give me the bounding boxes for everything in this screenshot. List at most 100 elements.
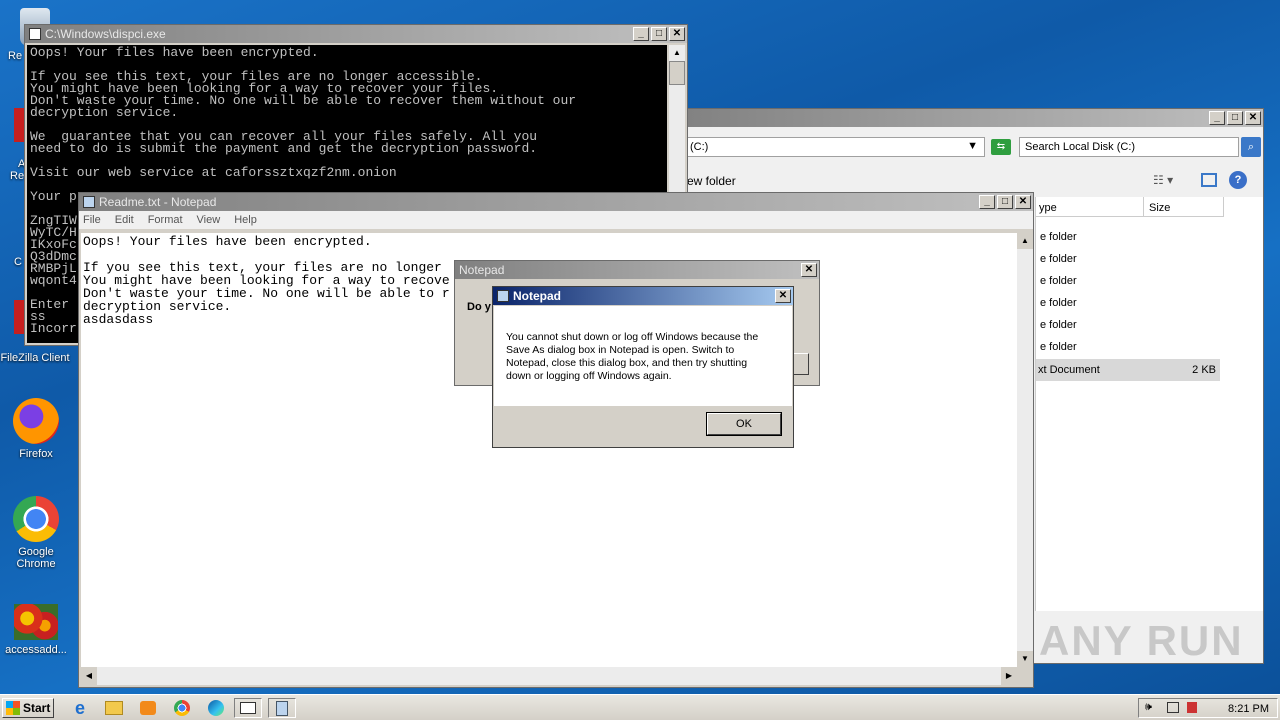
list-item[interactable]: e folder — [1040, 341, 1077, 353]
minimize-button[interactable]: _ — [633, 27, 649, 41]
start-label: Start — [23, 701, 51, 715]
list-item-type: xt Document — [1038, 364, 1100, 376]
console-taskbar-button[interactable] — [234, 698, 262, 718]
ok-button[interactable]: OK — [706, 412, 782, 436]
column-header-size[interactable]: Size — [1144, 197, 1224, 217]
console-title: C:\Windows\dispci.exe — [45, 27, 166, 41]
chrome-icon — [13, 496, 59, 542]
save-dialog-title: Notepad — [459, 263, 505, 277]
ie-icon[interactable]: e — [66, 698, 94, 718]
text-line: Oops! Your files have been encrypted. — [83, 234, 372, 249]
volume-icon[interactable]: 🕪 — [1145, 701, 1152, 714]
start-button[interactable]: Start — [2, 698, 54, 718]
menu-bar: File Edit Format View Help — [79, 211, 1033, 229]
console-titlebar[interactable]: C:\Windows\dispci.exe _ □ ✕ — [25, 25, 687, 43]
address-bar[interactable]: (C:) ▼ — [685, 137, 985, 157]
dialog-message: You cannot shut down or log off Windows … — [506, 331, 759, 382]
explorer-folder-icon[interactable] — [100, 698, 128, 718]
scroll-up-arrow[interactable]: ▲ — [669, 45, 685, 61]
scroll-left-arrow[interactable]: ◀ — [81, 667, 97, 685]
close-button[interactable]: ✕ — [1245, 111, 1261, 125]
desktop-icon-firefox[interactable]: Firefox — [1, 398, 71, 460]
desktop-icon-label: accessadd... — [5, 644, 67, 656]
flower-image-icon — [14, 604, 58, 640]
text-line — [30, 179, 664, 191]
text-line: Oops! Your files have been encrypted. — [30, 45, 319, 60]
close-button[interactable]: ✕ — [801, 263, 817, 277]
list-item-selected[interactable]: xt Document 2 KB — [1036, 359, 1220, 381]
view-options-icon[interactable]: ☷ ▾ — [1153, 173, 1173, 187]
notepad-horizontal-scrollbar[interactable]: ◀ ▶ — [81, 667, 1017, 685]
edge-icon[interactable] — [202, 698, 230, 718]
maximize-button[interactable]: □ — [997, 195, 1013, 209]
desktop-icon-chrome[interactable]: Google Chrome — [1, 496, 71, 570]
menu-file[interactable]: File — [83, 214, 101, 226]
menu-view[interactable]: View — [197, 214, 221, 226]
scroll-up-arrow[interactable]: ▲ — [1017, 233, 1033, 249]
scroll-down-arrow[interactable]: ▼ — [1017, 651, 1033, 667]
chevron-down-icon[interactable]: ▼ — [967, 140, 978, 152]
notepad-taskbar-button[interactable] — [268, 698, 296, 718]
dialog-titlebar[interactable]: Notepad ✕ — [493, 287, 793, 305]
dialog-title: Notepad — [513, 289, 561, 303]
red-app-icon — [14, 108, 24, 142]
menu-help[interactable]: Help — [234, 214, 257, 226]
notepad-vertical-scrollbar[interactable]: ▲ ▼ — [1017, 233, 1033, 667]
file-list: ype Size e folder e folder e folder e fo… — [1035, 197, 1263, 611]
notepad-app-icon — [83, 196, 95, 208]
help-icon[interactable]: ? — [1229, 171, 1247, 189]
maximize-button[interactable]: □ — [1227, 111, 1243, 125]
list-item[interactable]: e folder — [1040, 275, 1077, 287]
new-folder-button[interactable]: ew folder — [687, 174, 736, 188]
notepad-dialog: Notepad ✕ You cannot shut down or log of… — [492, 286, 794, 448]
list-item[interactable]: e folder — [1040, 253, 1077, 265]
column-header-type[interactable]: ype — [1036, 197, 1144, 217]
dialog-body: You cannot shut down or log off Windows … — [494, 306, 792, 406]
refresh-icon[interactable]: ⇆ — [991, 139, 1011, 155]
desktop-icon-label: FileZilla Client — [0, 352, 70, 364]
scroll-thumb[interactable] — [669, 61, 685, 85]
desktop-icon-filezilla[interactable]: FileZilla Client — [0, 352, 70, 364]
notepad-app-icon — [497, 290, 509, 302]
search-input[interactable]: Search Local Disk (C:) — [1019, 137, 1239, 157]
system-tray: 🕪 8:21 PM — [1138, 698, 1278, 718]
maximize-button[interactable]: □ — [651, 27, 667, 41]
search-placeholder: Search Local Disk (C:) — [1025, 141, 1136, 153]
notepad-titlebar[interactable]: Readme.txt - Notepad _ □ ✕ — [79, 193, 1033, 211]
text-line: decryption service. — [30, 105, 179, 120]
list-item[interactable]: e folder — [1040, 319, 1077, 331]
menu-format[interactable]: Format — [148, 214, 183, 226]
desktop-icon-accessadd[interactable]: accessadd... — [1, 604, 71, 656]
red-app-icon — [14, 300, 24, 334]
chrome-taskbar-icon[interactable] — [168, 698, 196, 718]
minimize-button[interactable]: _ — [1209, 111, 1225, 125]
anyrun-watermark: ANY RUN — [1039, 617, 1244, 664]
console-app-icon — [29, 28, 41, 40]
save-dialog-titlebar[interactable]: Notepad ✕ — [455, 261, 819, 279]
media-player-icon[interactable] — [134, 698, 162, 718]
text-line: need to do is submit the payment and get… — [30, 141, 538, 156]
text-line: Visit our web service at caforssztxqzf2n… — [30, 165, 397, 180]
minimize-button[interactable]: _ — [979, 195, 995, 209]
list-item[interactable]: e folder — [1040, 297, 1077, 309]
list-item[interactable]: e folder — [1040, 231, 1077, 243]
desktop-icon-label: Google Chrome — [16, 546, 56, 570]
preview-pane-icon[interactable] — [1201, 173, 1217, 187]
notepad-title: Readme.txt - Notepad — [99, 195, 217, 209]
network-icon[interactable] — [1167, 702, 1179, 713]
taskbar: Start e 🕪 8:21 PM — [0, 694, 1280, 720]
clock[interactable]: 8:21 PM — [1228, 703, 1269, 715]
desktop-icon-label: Firefox — [19, 448, 53, 460]
close-button[interactable]: ✕ — [1015, 195, 1031, 209]
save-dialog-text: Do y — [467, 301, 491, 313]
explorer-titlebar[interactable]: _ □ ✕ — [669, 109, 1263, 127]
menu-edit[interactable]: Edit — [115, 214, 134, 226]
close-button[interactable]: ✕ — [669, 27, 685, 41]
flag-icon[interactable] — [1187, 702, 1197, 713]
scroll-right-arrow[interactable]: ▶ — [1001, 667, 1017, 685]
search-icon[interactable]: ⌕ — [1241, 137, 1261, 157]
desktop-partial-label: Re — [10, 170, 25, 182]
close-button[interactable]: ✕ — [775, 289, 791, 303]
desktop-partial-label: C — [14, 256, 22, 268]
address-text: (C:) — [690, 141, 709, 153]
